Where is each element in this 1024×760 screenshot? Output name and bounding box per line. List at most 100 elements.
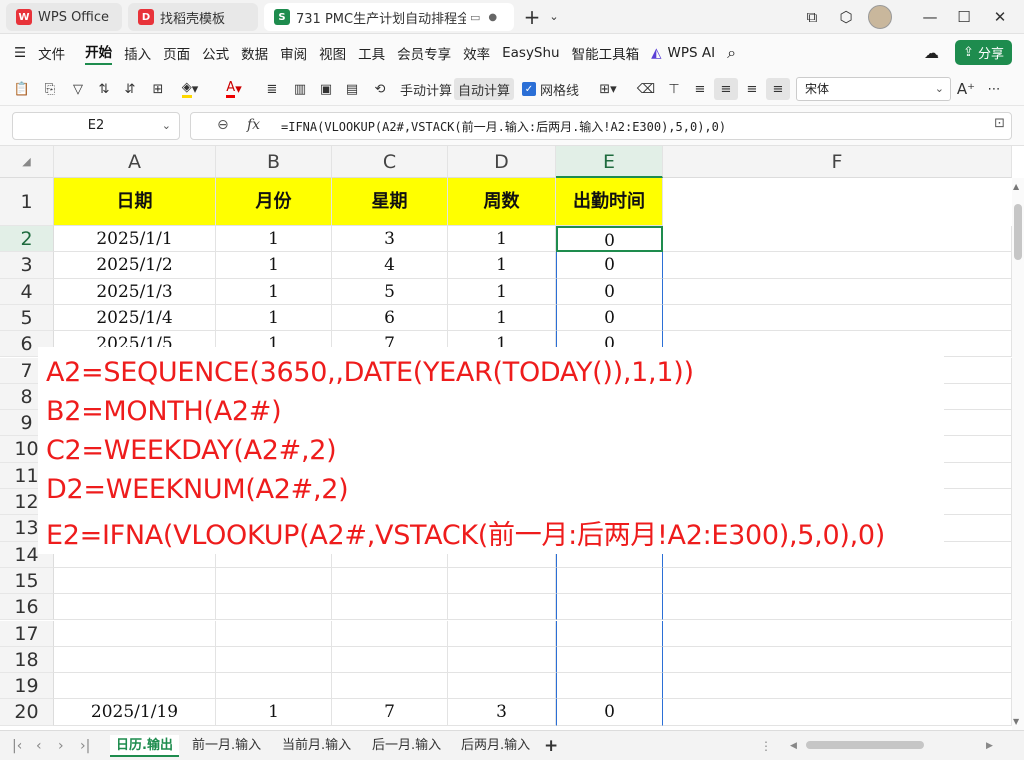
gridlines-checkbox[interactable]: ✓ [522,82,536,96]
cell-a[interactable] [54,673,216,700]
sort-icon[interactable]: ⇅ [94,78,114,100]
cell-c[interactable]: 7 [332,699,448,726]
scroll-thumb[interactable] [1014,204,1022,260]
cell-f[interactable] [663,646,1012,674]
cell-d[interactable]: 3 [448,699,556,726]
menu-insert[interactable]: 插入 [124,43,151,63]
cell-c[interactable]: 4 [332,252,448,279]
menu-tools[interactable]: 工具 [358,43,385,63]
cell-a[interactable]: 2025/1/1 [54,226,216,253]
align-center-icon[interactable]: ≡ [714,78,738,100]
menu-member[interactable]: 会员专享 [397,43,451,63]
cell-e[interactable] [556,567,663,595]
minimize-icon[interactable]: — [918,6,942,28]
column-header-b[interactable]: B [216,146,332,178]
cell-d[interactable] [448,620,556,647]
cell-c[interactable] [332,567,448,595]
horizontal-scroll-thumb[interactable] [806,741,924,749]
cell-e[interactable]: 0 [556,226,663,253]
formula-input[interactable]: ⊖ fx =IFNA(VLOOKUP(A2#,VSTACK(前一月.输入:后两月… [190,112,1012,140]
sheet-tab-calendar-output[interactable]: 日历.输出 [110,735,179,757]
cell-a[interactable] [54,594,216,621]
cell-style-icon[interactable]: ▣ [316,78,336,100]
columns-icon[interactable]: ▥ [290,78,310,100]
manual-calc-button[interactable]: 手动计算 [396,78,456,100]
cell-b[interactable] [216,567,332,595]
cell-b[interactable] [216,594,332,621]
paste-icon[interactable]: 📋 [12,78,32,100]
monitor-icon[interactable]: ▭ [470,11,480,24]
freeze-panes-icon[interactable]: ⊞▾ [594,78,622,100]
filter-icon[interactable]: ▽ [68,78,88,100]
last-sheet-icon[interactable]: ›| [80,735,90,757]
tab-list-chevron-icon[interactable]: ⌄ [542,6,566,28]
hamburger-icon[interactable]: ☰ [14,45,26,61]
cube-icon[interactable]: ⬡ [834,6,858,28]
row-header[interactable]: 16 [0,594,54,621]
add-sheet-button[interactable]: + [544,735,558,757]
header-cell-b[interactable]: 月份 [216,178,332,226]
cell-a[interactable]: 2025/1/4 [54,304,216,332]
expand-formula-icon[interactable]: ⊡ [994,116,1005,131]
header-cell-c[interactable]: 星期 [332,178,448,226]
cell-b[interactable]: 1 [216,252,332,279]
wrap-icon[interactable]: ≣ [262,78,282,100]
menu-smart-toolbox[interactable]: 智能工具箱 [572,43,640,63]
font-color-icon[interactable]: A ▾ [220,78,248,100]
cell-e[interactable] [556,594,663,621]
menu-home[interactable]: 开始 [85,41,113,65]
cell-d[interactable]: 1 [448,278,556,305]
fill-color-icon[interactable]: ◈ ▾ [176,78,204,100]
cell-c[interactable] [332,646,448,674]
row-header[interactable]: 5 [0,304,54,332]
sheet-options-icon[interactable]: ⋮ [760,735,772,757]
cell-d[interactable] [448,594,556,621]
cell-e[interactable]: 0 [556,252,663,279]
cell-b[interactable] [216,620,332,647]
menu-easyshu[interactable]: EasyShu [502,45,560,61]
cell-f[interactable] [663,304,1012,332]
row-header[interactable]: 20 [0,699,54,726]
cell-f[interactable] [663,226,1012,253]
tab-wps-office[interactable]: W WPS Office [6,3,122,31]
scroll-down-icon[interactable]: ▼ [1013,717,1019,726]
menu-review[interactable]: 审阅 [280,43,307,63]
sort-desc-icon[interactable]: ⇵ [120,78,140,100]
justify-icon[interactable]: ≡ [766,78,790,100]
cell-c[interactable] [332,594,448,621]
cell-e[interactable] [556,673,663,700]
cell-c[interactable] [332,673,448,700]
menu-efficiency[interactable]: 效率 [463,43,490,63]
sheet-tab-next-month[interactable]: 后一月.输入 [366,735,447,757]
menu-formula[interactable]: 公式 [202,43,229,63]
menu-page[interactable]: 页面 [163,43,190,63]
cell-f[interactable] [663,567,1012,595]
row-header[interactable]: 15 [0,567,54,595]
cell-f[interactable] [663,278,1012,305]
cell-d[interactable]: 1 [448,252,556,279]
cell-c[interactable] [332,620,448,647]
cell-f[interactable] [663,699,1012,726]
cell-d[interactable] [448,673,556,700]
cell-a[interactable] [54,567,216,595]
column-header-e[interactable]: E [556,146,663,178]
clear-format-icon[interactable]: ⌫ [636,78,656,100]
cell-b[interactable] [216,646,332,674]
fx-icon[interactable]: fx [247,117,260,133]
cell-d[interactable]: 1 [448,304,556,332]
row-header[interactable]: 2 [0,226,54,253]
recalc-icon[interactable]: ⟲ [370,78,390,100]
sheet-tab-two-months-later[interactable]: 后两月.输入 [455,735,536,757]
cell-d[interactable]: 1 [448,226,556,253]
menu-data[interactable]: 数据 [241,43,268,63]
cell-a[interactable]: 2025/1/2 [54,252,216,279]
cell-b[interactable]: 1 [216,226,332,253]
column-header-f[interactable]: F [663,146,1012,178]
vertical-scrollbar[interactable]: ▲ ▼ [1012,178,1024,730]
table-style-icon[interactable]: ▤ [342,78,362,100]
cell-e[interactable]: 0 [556,278,663,305]
cell-d[interactable] [448,646,556,674]
format-painter-icon[interactable]: ⎘ [40,78,60,100]
menu-view[interactable]: 视图 [319,43,346,63]
row-header[interactable]: 4 [0,278,54,305]
